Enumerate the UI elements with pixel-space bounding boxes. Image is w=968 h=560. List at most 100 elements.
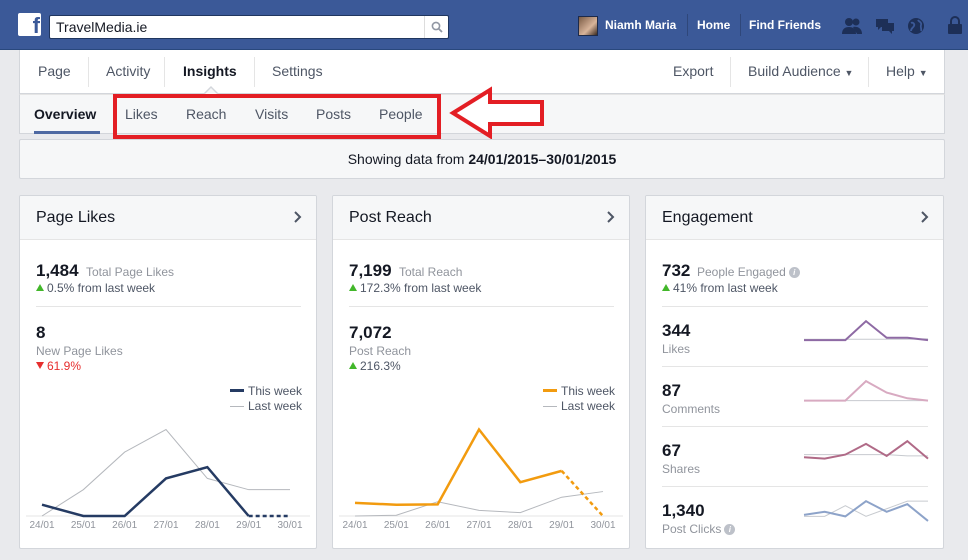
- engagement-comments-label: Comments: [662, 402, 721, 416]
- likes-sparkline: [804, 319, 929, 342]
- divider: [164, 57, 165, 87]
- tab-activity[interactable]: Activity: [106, 63, 150, 79]
- legend-swatch: [543, 389, 557, 392]
- engagement-comments-value: 87: [662, 381, 681, 400]
- search-input[interactable]: [56, 19, 416, 35]
- search-box[interactable]: [49, 15, 449, 39]
- build-audience-button[interactable]: Build Audience ▼: [748, 63, 853, 79]
- total-page-likes-value: 1,484: [36, 261, 79, 280]
- find-friends-link[interactable]: Find Friends: [749, 18, 821, 32]
- engagement-likes-label: Likes: [662, 342, 691, 356]
- divider: [662, 426, 928, 427]
- down-arrow-icon: [36, 362, 44, 369]
- annotation-arrow: [449, 86, 544, 140]
- x-tick-label: 24/01: [29, 520, 54, 531]
- facebook-logo[interactable]: f: [18, 13, 41, 36]
- chevron-right-icon[interactable]: [294, 211, 302, 223]
- avatar[interactable]: [578, 16, 598, 36]
- people-engaged-value: 732: [662, 261, 691, 280]
- date-range-banner: Showing data from 24/01/2015–30/01/2015: [19, 139, 945, 179]
- engagement-likes-value: 344: [662, 321, 691, 340]
- post-reach-value: 7,072: [349, 323, 392, 342]
- divider: [662, 306, 928, 307]
- x-tick-label: 25/01: [71, 520, 96, 531]
- profile-link[interactable]: Niamh Maria: [605, 18, 676, 32]
- x-tick-label: 30/01: [590, 520, 615, 531]
- search-icon[interactable]: [424, 16, 448, 38]
- divider: [349, 306, 614, 307]
- chevron-right-icon[interactable]: [921, 211, 929, 223]
- legend-last-week: Last week: [543, 399, 615, 413]
- people-engaged-label: People Engaged i: [697, 265, 800, 279]
- x-tick-label: 27/01: [153, 520, 178, 531]
- up-arrow-icon: [662, 284, 670, 291]
- home-link[interactable]: Home: [697, 18, 730, 32]
- page-likes-chart: 24/01 25/01 26/01 27/01 28/01 29/01 30/01: [26, 428, 310, 531]
- shares-sparkline: [803, 439, 929, 460]
- divider: [36, 306, 301, 307]
- info-icon[interactable]: i: [788, 267, 800, 278]
- tab-insights[interactable]: Insights: [183, 63, 237, 79]
- sparkline-this-week: [804, 379, 929, 402]
- help-button[interactable]: Help ▼: [886, 63, 928, 79]
- new-page-likes-delta: 61.9%: [36, 359, 81, 373]
- series-line-this-week: [354, 427, 562, 506]
- sparkline-this-week: [803, 499, 929, 522]
- total-reach-delta: 172.3% from last week: [349, 281, 481, 295]
- up-arrow-icon: [349, 362, 357, 369]
- card-title: Post Reach: [349, 209, 432, 226]
- tab-settings[interactable]: Settings: [272, 63, 323, 79]
- post-clicks-sparkline: [803, 499, 929, 522]
- legend-last-week: Last week: [230, 399, 302, 413]
- post-reach-label: Post Reach: [349, 344, 412, 358]
- privacy-lock-icon[interactable]: [944, 16, 966, 36]
- x-tick-label: 27/01: [466, 520, 491, 531]
- new-page-likes-value: 8: [36, 323, 46, 342]
- chevron-down-icon: ▼: [918, 68, 928, 78]
- friend-requests-icon[interactable]: [841, 16, 863, 36]
- legend-swatch: [230, 406, 244, 407]
- card-header[interactable]: Engagement: [646, 196, 943, 240]
- chevron-down-icon: ▼: [844, 68, 854, 78]
- x-tick-label: 24/01: [342, 520, 367, 531]
- messages-icon[interactable]: [874, 16, 896, 36]
- divider: [662, 366, 928, 367]
- series-line-partial-day: [560, 470, 604, 517]
- chevron-right-icon[interactable]: [607, 211, 615, 223]
- series-line-this-week: [41, 465, 250, 518]
- info-icon[interactable]: i: [724, 524, 736, 535]
- x-tick-label: 26/01: [425, 520, 450, 531]
- legend-this-week: This week: [230, 384, 302, 398]
- x-tick-label: 28/01: [508, 520, 533, 531]
- people-engaged-delta: 41% from last week: [662, 281, 778, 295]
- x-tick-label: 29/01: [236, 520, 261, 531]
- legend-swatch: [230, 389, 244, 392]
- new-page-likes-label: New Page Likes: [36, 344, 123, 358]
- legend-swatch: [543, 406, 557, 407]
- total-page-likes-label: Total Page Likes: [86, 265, 175, 279]
- divider: [868, 57, 869, 87]
- post-reach-delta: 216.3%: [349, 359, 401, 373]
- total-reach-value: 7,199: [349, 261, 392, 280]
- divider: [254, 57, 255, 87]
- engagement-shares-value: 67: [662, 441, 681, 460]
- engagement-post-clicks-value: 1,340: [662, 501, 705, 520]
- card-header[interactable]: Post Reach: [333, 196, 629, 240]
- export-button[interactable]: Export: [673, 63, 713, 79]
- notifications-globe-icon[interactable]: [905, 16, 927, 36]
- tab-page[interactable]: Page: [38, 63, 71, 79]
- up-arrow-icon: [36, 284, 44, 291]
- total-reach-label: Total Reach: [399, 265, 463, 279]
- x-tick-label: 30/01: [277, 520, 302, 531]
- card-header[interactable]: Page Likes: [20, 196, 316, 240]
- subtab-overview[interactable]: Overview: [34, 106, 96, 122]
- divider: [687, 14, 688, 36]
- sparkline-this-week: [804, 319, 929, 342]
- active-subtab-underline: [34, 131, 100, 134]
- comments-sparkline: [804, 379, 929, 402]
- annotation-highlight-box: [113, 94, 441, 139]
- card-title: Page Likes: [36, 209, 116, 226]
- top-bar: f Niamh Maria Home Find Friends: [0, 0, 968, 50]
- engagement-shares-label: Shares: [662, 462, 701, 476]
- divider: [740, 14, 741, 36]
